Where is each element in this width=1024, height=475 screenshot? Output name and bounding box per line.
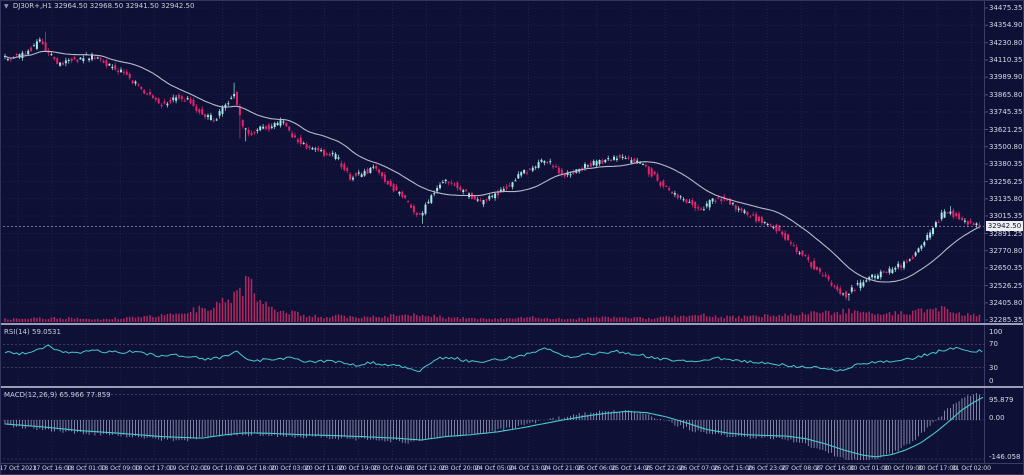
macd-value-signal: 77.859 [86, 391, 111, 399]
ohlc-info: ▼ DJ30R+,H1 32964.50 32968.50 32941.50 3… [4, 2, 194, 10]
chart-canvas[interactable] [1, 1, 1024, 475]
price-axis-label: 33500.80 [989, 143, 1022, 151]
trading-chart-window: ▼ DJ30R+,H1 32964.50 32968.50 32941.50 3… [0, 0, 1024, 475]
ohlc-values-label: 32964.50 32968.50 32941.50 32942.50 [54, 2, 194, 10]
price-axis[interactable]: 34475.35 34354.90 34230.80 34110.35 33989.90… [985, 1, 1024, 463]
symbol-dropdown-icon[interactable]: ▼ [4, 3, 9, 10]
macd-axis-label: 0.00 [989, 414, 1005, 422]
price-axis-label: 33745.35 [989, 108, 1022, 116]
price-axis-label: 33621.25 [989, 126, 1022, 134]
price-axis-label: 32650.35 [989, 264, 1022, 272]
panel-separator-rsi[interactable] [1, 323, 1024, 325]
price-axis-label: 34475.35 [989, 4, 1022, 12]
price-axis-label: 33135.80 [989, 195, 1022, 203]
panel-separator-macd[interactable] [1, 386, 1024, 388]
ma-line [5, 51, 979, 282]
macd-histogram [5, 393, 979, 460]
macd-axis-label: 95.879 [989, 396, 1014, 404]
price-axis-label: 33256.25 [989, 178, 1022, 186]
price-axis-label: 33380.35 [989, 160, 1022, 168]
rsi-indicator-label: RSI(14) 59.0531 [4, 328, 61, 336]
price-axis-label: 33989.90 [989, 73, 1022, 81]
price-axis-label: 34230.80 [989, 39, 1022, 47]
rsi-axis-label: 30 [989, 364, 998, 372]
current-price-tag: 32942.50 [986, 221, 1023, 231]
time-axis-label: 31 Oct 02:00 [952, 465, 991, 472]
price-axis-label: 34354.90 [989, 21, 1022, 29]
time-axis-label: 17 Oct 2023 [0, 465, 37, 472]
macd-name: MACD(12,26,9) [4, 391, 57, 399]
price-axis-label: 32405.80 [989, 299, 1022, 307]
price-axis-label: 34110.35 [989, 56, 1022, 64]
rsi-axis-label: 0 [989, 377, 993, 385]
macd-line [5, 397, 983, 456]
volume-layer [5, 276, 979, 322]
macd-axis-label: -146.058 [989, 453, 1020, 461]
rsi-axis-label: 100 [989, 328, 1002, 336]
time-axis[interactable]: 17 Oct 202317 Oct 16:0018 Oct 01:0018 Oc… [1, 464, 1024, 475]
price-axis-label: 33015.35 [989, 212, 1022, 220]
price-axis-label: 32285.35 [989, 316, 1022, 324]
rsi-axis-label: 70 [989, 340, 998, 348]
macd-value-main: 65.966 [59, 391, 84, 399]
symbol-timeframe-label: DJ30R+,H1 [13, 2, 52, 10]
price-axis-label: 32526.25 [989, 282, 1022, 290]
macd-indicator-label: MACD(12,26,9) 65.966 77.859 [4, 391, 111, 399]
price-axis-label: 33865.80 [989, 91, 1022, 99]
rsi-value: 59.0531 [32, 328, 61, 336]
rsi-name: RSI(14) [4, 328, 30, 336]
price-axis-label: 32770.80 [989, 247, 1022, 255]
